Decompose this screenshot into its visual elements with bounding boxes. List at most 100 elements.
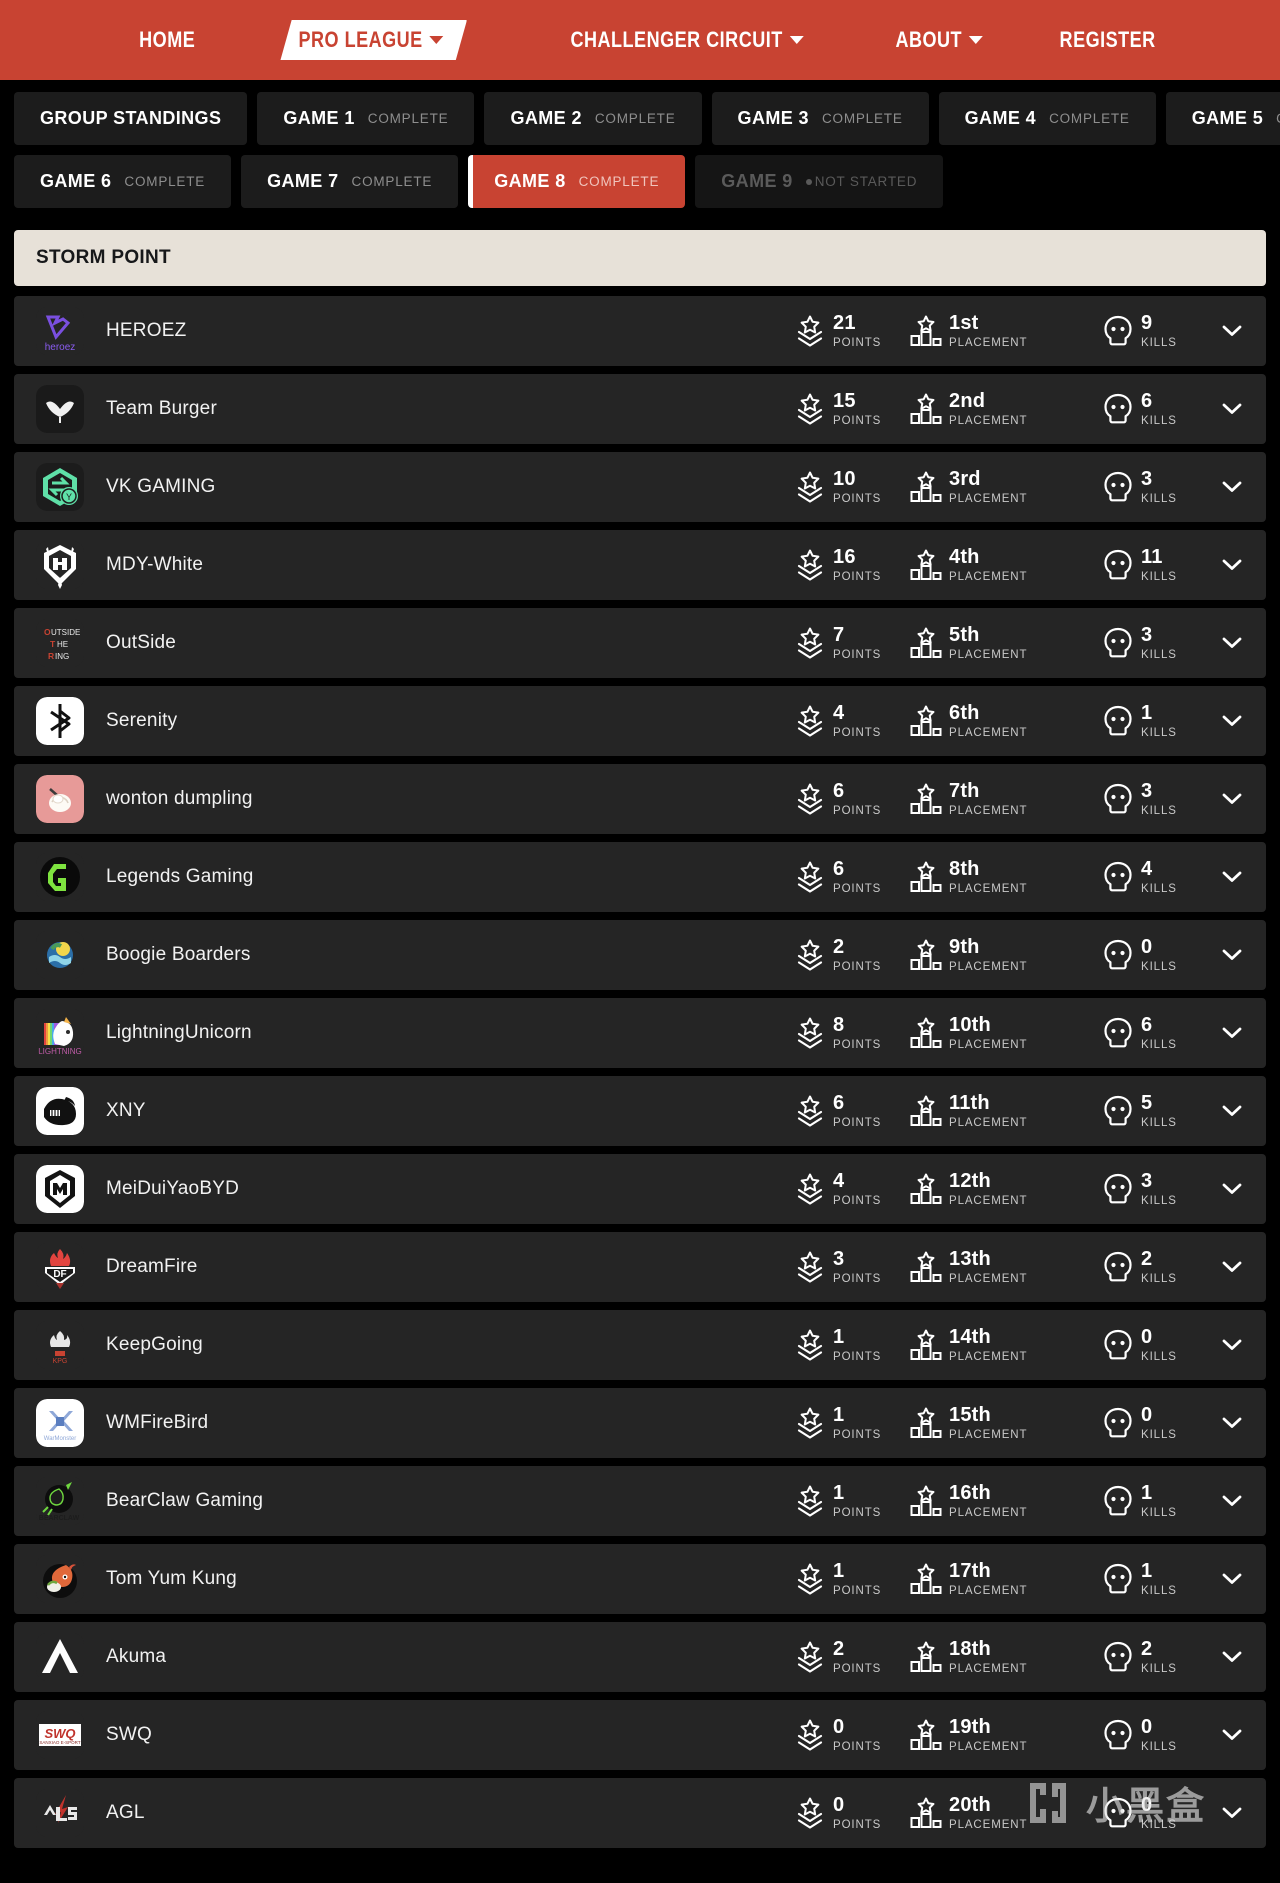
expand-row-button[interactable]: [1208, 1807, 1256, 1819]
expand-row-button[interactable]: [1208, 1261, 1256, 1273]
table-row[interactable]: Serenity 4 POINTS 6th PLACEMENT 1 KILLS: [14, 686, 1266, 756]
table-row[interactable]: Team Burger 15 POINTS 2nd PLACEMENT 6 KILLS: [14, 374, 1266, 444]
placement-text: 4th PLACEMENT: [949, 547, 1027, 584]
tab-group-standings[interactable]: GROUP STANDINGS: [14, 92, 248, 145]
nav-item-register[interactable]: REGISTER: [1060, 27, 1156, 53]
tab-status: COMPLETE: [595, 111, 676, 126]
tab-game-4[interactable]: GAME 4 COMPLETE: [938, 92, 1156, 145]
table-row[interactable]: XNY 6 POINTS 11th PLACEMENT 5 KILLS: [14, 1076, 1266, 1146]
expand-row-button[interactable]: [1208, 481, 1256, 493]
expand-row-button[interactable]: [1208, 1651, 1256, 1663]
placement-label: PLACEMENT: [949, 570, 1028, 583]
expand-row-button[interactable]: [1208, 1729, 1256, 1741]
team-name: wonton dumpling: [106, 788, 253, 809]
placement-icon: [910, 392, 942, 426]
table-row[interactable]: SWQ SANXIAO E-SPORT SWQ 0 POINTS 19th PLACEMEN…: [14, 1700, 1266, 1770]
nav-item-home[interactable]: HOME: [140, 27, 196, 53]
placement-text: 13th PLACEMENT: [949, 1249, 1027, 1286]
points-value: 1: [833, 1325, 845, 1348]
expand-row-button[interactable]: [1208, 793, 1256, 805]
tab-game-2[interactable]: GAME 2 COMPLETE: [484, 92, 702, 145]
kills-label: KILLS: [1141, 414, 1177, 427]
stat-kills: 0 KILLS: [1102, 1405, 1208, 1442]
tab-game-6[interactable]: GAME 6 COMPLETE: [14, 155, 232, 208]
team-cell: Boogie Boarders: [36, 931, 794, 979]
expand-row-button[interactable]: [1208, 325, 1256, 337]
table-row[interactable]: Tom Yum Kung 1 POINTS 17th PLACEMENT 1 KILLS: [14, 1544, 1266, 1614]
kills-value: 1: [1141, 701, 1153, 724]
expand-row-button[interactable]: [1208, 871, 1256, 883]
kills-text: 2 KILLS: [1141, 1249, 1177, 1286]
tab-status-text: COMPLETE: [351, 174, 433, 189]
tab-title: GAME 3: [737, 108, 809, 128]
kills-icon: [1102, 1172, 1134, 1206]
svg-text:heroez: heroez: [45, 342, 76, 353]
points-text: 10 POINTS: [833, 469, 881, 506]
table-row[interactable]: LIGHTNING LightningUnicorn 8 POINTS 10th PLAC…: [14, 998, 1266, 1068]
points-label: POINTS: [833, 1350, 882, 1363]
stat-points: 15 POINTS: [794, 391, 910, 428]
team-stats: 16 POINTS 4th PLACEMENT 11 KILLS: [794, 547, 1256, 584]
placement-icon: [910, 1250, 942, 1284]
expand-row-button[interactable]: [1208, 1417, 1256, 1429]
expand-row-button[interactable]: [1208, 1105, 1256, 1117]
nav-item-about[interactable]: ABOUT: [896, 27, 984, 53]
svg-text:BEARCLAW: BEARCLAW: [39, 1515, 80, 1522]
points-text: 6 POINTS: [833, 781, 881, 818]
nav-item-pro-league[interactable]: PRO LEAGUE: [280, 20, 467, 60]
table-row[interactable]: Legends Gaming 6 POINTS 8th PLACEMENT 4 KILLS: [14, 842, 1266, 912]
tab-game-1[interactable]: GAME 1 COMPLETE: [257, 92, 475, 145]
stat-placement: 6th PLACEMENT: [910, 703, 1102, 740]
table-row[interactable]: KPG KeepGoing 1 POINTS 14th PLACEMENT 0 KILLS: [14, 1310, 1266, 1380]
expand-row-button[interactable]: [1208, 637, 1256, 649]
expand-row-button[interactable]: [1208, 1573, 1256, 1585]
stat-kills: 11 KILLS: [1102, 547, 1208, 584]
expand-row-button[interactable]: [1208, 949, 1256, 961]
table-row[interactable]: AGL 0 POINTS 20th PLACEMENT 0 KILLS: [14, 1778, 1266, 1848]
placement-icon: [910, 939, 942, 970]
team-logo-icon: SWQ SANXIAO E-SPORT: [36, 1711, 84, 1759]
expand-row-button[interactable]: [1208, 715, 1256, 727]
nav-item-label: CHALLENGER CIRCUIT: [570, 27, 783, 52]
table-row[interactable]: Boogie Boarders 2 POINTS 9th PLACEMENT 0 KILLS: [14, 920, 1266, 990]
placement-text: 19th PLACEMENT: [949, 1717, 1027, 1754]
table-row[interactable]: O UTSIDE T HE R ING OutSide 7 POINTS 5th PLACEMENT…: [14, 608, 1266, 678]
points-value: 1: [833, 1559, 845, 1582]
stat-kills: 3 KILLS: [1102, 781, 1208, 818]
team-logo-icon: [36, 853, 84, 901]
expand-row-button[interactable]: [1208, 1495, 1256, 1507]
expand-row-button[interactable]: [1208, 559, 1256, 571]
kills-icon: [1102, 1484, 1134, 1518]
table-row[interactable]: BEARCLAW BearClaw Gaming 1 POINTS 16th PLACEM…: [14, 1466, 1266, 1536]
table-row[interactable]: Akuma 2 POINTS 18th PLACEMENT 2 KILLS: [14, 1622, 1266, 1692]
points-value: 6: [833, 857, 845, 880]
table-row[interactable]: Y VK GAMING 10 POINTS 3rd PLACEMENT 3 KILLS: [14, 452, 1266, 522]
table-row[interactable]: MDY-White 16 POINTS 4th PLACEMENT 11 KILLS: [14, 530, 1266, 600]
placement-value: 2nd: [949, 389, 986, 412]
table-row[interactable]: MeiDuiYaoBYD 4 POINTS 12th PLACEMENT 3 KILLS: [14, 1154, 1266, 1224]
table-row[interactable]: DF DreamFire 3 POINTS 13th PLACEMENT 2 KILLS: [14, 1232, 1266, 1302]
tab-game-7[interactable]: GAME 7 COMPLETE: [241, 155, 459, 208]
expand-row-button[interactable]: [1208, 403, 1256, 415]
table-row[interactable]: heroez HEROEZ 21 POINTS 1st PLACEMENT 9 KILLS: [14, 296, 1266, 366]
kills-label: KILLS: [1141, 1740, 1177, 1753]
tab-game-5[interactable]: GAME 5 COMPLETE: [1165, 92, 1280, 145]
tab-game-8[interactable]: GAME 8 COMPLETE: [468, 155, 686, 208]
nav-item-challenger-circuit[interactable]: CHALLENGER CIRCUIT: [570, 27, 804, 53]
kills-icon: [1104, 783, 1132, 814]
expand-row-button[interactable]: [1208, 1027, 1256, 1039]
tab-title: GAME 7: [267, 171, 339, 191]
placement-value: 13th: [949, 1247, 991, 1270]
table-row[interactable]: wonton dumpling 6 POINTS 7th PLACEMENT 3 KILLS: [14, 764, 1266, 834]
table-row[interactable]: WarMonster WMFireBird 1 POINTS 15th PLACEMENT…: [14, 1388, 1266, 1458]
expand-row-button[interactable]: [1208, 1183, 1256, 1195]
team-name: BearClaw Gaming: [106, 1490, 264, 1511]
expand-row-button[interactable]: [1208, 1339, 1256, 1351]
kills-text: 3 KILLS: [1141, 1171, 1177, 1208]
main-navbar: HOME PRO LEAGUE CHALLENGER CIRCUIT ABOUT REG…: [0, 0, 1280, 80]
points-label: POINTS: [833, 882, 882, 895]
tab-game-3[interactable]: GAME 3 COMPLETE: [711, 92, 929, 145]
points-label: POINTS: [833, 1194, 882, 1207]
nav-item-label: REGISTER: [1059, 27, 1157, 52]
stat-placement: 14th PLACEMENT: [910, 1327, 1102, 1364]
